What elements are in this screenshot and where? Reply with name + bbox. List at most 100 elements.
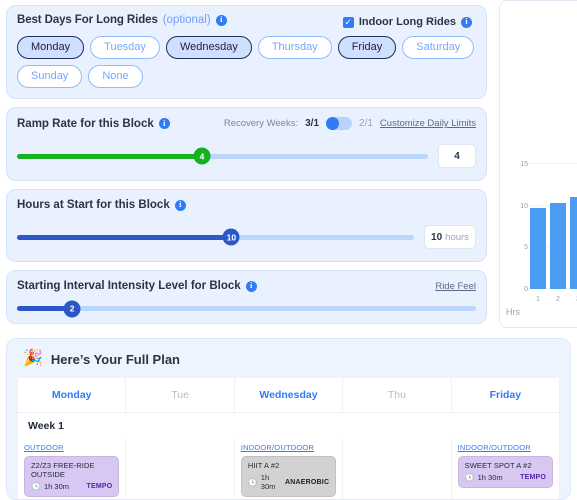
best-days-title: Best Days For Long Rides (17, 14, 158, 26)
app-root: Best Days For Long Rides (optional) i ✓ … (0, 0, 577, 500)
ramp-rate-header: Ramp Rate for this Block i Recovery Week… (17, 117, 476, 131)
indoor-long-rides-toggle[interactable]: ✓ Indoor Long Rides i (342, 16, 472, 28)
workout-duration: 1h 30m (477, 473, 503, 482)
ramp-rate-slider[interactable]: 4 (17, 147, 428, 165)
clock-icon: 🕓 (464, 473, 475, 482)
plan-table: Monday Tue Wednesday Thu Friday Week 1 O… (17, 377, 561, 499)
info-icon[interactable]: i (158, 118, 170, 130)
optional-label: (optional) (162, 14, 211, 26)
day-chip-friday[interactable]: Friday (337, 36, 397, 60)
plan-column-wednesday[interactable]: Wednesday (234, 377, 344, 413)
plan-table-row: OUTDOOR Z2/Z3 FREE-RIDE OUTSIDE 🕓 1h 30m… (17, 438, 560, 499)
workout-name: Z2/Z3 FREE-RIDE OUTSIDE (31, 461, 95, 479)
chart-plot-area: 151050123Hrs (500, 141, 577, 329)
chart-x-axis-label: Hrs (506, 307, 520, 317)
chart-x-tick: 2 (556, 296, 560, 303)
ramp-rate-value-box[interactable]: 4 (438, 144, 476, 169)
workout-footer: 🕓 1h 30m TEMPO (465, 473, 546, 482)
chart-y-tick: 10 (520, 202, 528, 210)
workout-tag: TEMPO (520, 474, 547, 481)
clock-icon: 🕓 (31, 482, 41, 491)
hours-at-start-slider-row: 10 10 hours (17, 225, 476, 250)
workout-category[interactable]: INDOOR/OUTDOOR (241, 443, 336, 452)
full-plan-panel: 🎉 Here’s Your Full Plan Monday Tue Wedne… (6, 338, 571, 500)
ramp-rate-slider-row: 4 4 (17, 144, 476, 169)
week-label: Week 1 (17, 413, 560, 438)
ramp-rate-fill (17, 153, 202, 159)
indoor-checkbox[interactable]: ✓ (342, 16, 354, 28)
hours-at-start-header: Hours at Start for this Block i (17, 199, 476, 211)
interval-intensity-card: Starting Interval Intensity Level for Bl… (6, 270, 487, 325)
workout-category[interactable]: INDOOR/OUTDOOR (458, 443, 553, 452)
plan-cell-wednesday[interactable]: INDOOR/OUTDOOR HIIT A #2 🕓 1h 30m ANAERO… (235, 438, 344, 499)
indoor-label: Indoor Long Rides (358, 16, 456, 28)
ride-feel-link[interactable]: Ride Feel (435, 281, 476, 292)
interval-intensity-title: Starting Interval Intensity Level for Bl… (17, 280, 241, 293)
workout-card[interactable]: SWEET SPOT A #2 🕓 1h 30m TEMPO (457, 456, 554, 488)
info-icon[interactable]: i (461, 16, 472, 28)
workout-name: HIIT A #2 (247, 461, 280, 470)
ride-feel-wrap: Ride Feel (435, 281, 476, 292)
interval-intensity-thumb[interactable]: 2 (63, 300, 81, 318)
workout-category[interactable]: OUTDOOR (24, 443, 119, 452)
interval-intensity-slider[interactable]: 2 (17, 300, 476, 318)
day-chip-none[interactable]: None (88, 65, 143, 89)
plan-column-monday[interactable]: Monday (17, 377, 127, 413)
plan-column-friday[interactable]: Friday (451, 377, 561, 413)
info-icon[interactable]: i (215, 14, 227, 26)
party-popper-icon: 🎉 (23, 350, 43, 367)
recovery-option-3-1[interactable]: 3/1 (305, 118, 319, 129)
day-chip-wednesday[interactable]: Wednesday (165, 36, 252, 60)
plan-column-tue[interactable]: Tue (126, 377, 235, 413)
hours-at-start-thumb[interactable]: 10 (222, 228, 240, 246)
ramp-rate-thumb[interactable]: 4 (193, 147, 211, 165)
workout-tag: ANAEROBIC (285, 478, 330, 486)
plan-cell-tue[interactable] (126, 438, 235, 499)
full-plan-title: Here’s Your Full Plan (50, 351, 180, 367)
workout-footer: 🕓 1h 30m ANAEROBIC (248, 473, 329, 491)
chart-x-tick: 1 (536, 296, 540, 303)
best-days-card: Best Days For Long Rides (optional) i ✓ … (6, 5, 487, 100)
chart-bars (530, 164, 577, 289)
plan-cell-friday[interactable]: INDOOR/OUTDOOR SWEET SPOT A #2 🕓 1h 30m … (452, 438, 559, 499)
workout-card[interactable]: Z2/Z3 FREE-RIDE OUTSIDE 🕓 1h 30m TEMPO (24, 456, 120, 497)
customize-daily-limits-link[interactable]: Customize Daily Limits (380, 118, 476, 129)
interval-intensity-header: Starting Interval Intensity Level for Bl… (17, 280, 476, 292)
workout-name: SWEET SPOT A #2 (464, 461, 532, 470)
plan-column-thu[interactable]: Thu (343, 377, 452, 413)
ramp-rate-card: Ramp Rate for this Block i Recovery Week… (6, 107, 487, 182)
chart-y-tick: 15 (520, 161, 528, 168)
workout-tag: TEMPO (86, 483, 113, 490)
workout-card[interactable]: HIIT A #2 🕓 1h 30m ANAEROBIC (240, 456, 337, 497)
hours-at-start-value-box[interactable]: 10 hours (424, 225, 476, 250)
recovery-weeks-controls: Recovery Weeks: 3/1 2/1 Customize Daily … (224, 117, 476, 131)
plan-cell-monday[interactable]: OUTDOOR Z2/Z3 FREE-RIDE OUTSIDE 🕓 1h 30m… (18, 438, 127, 499)
day-chip-sunday[interactable]: Sunday (17, 65, 83, 89)
workout-duration: 1h 30m (260, 473, 276, 491)
full-plan-header: 🎉 Here’s Your Full Plan (7, 339, 570, 377)
workout-duration: 1h 30m (43, 482, 69, 491)
hours-unit: hours (445, 231, 469, 243)
day-chip-thursday[interactable]: Thursday (257, 36, 332, 60)
plan-cell-thu[interactable] (343, 438, 452, 499)
hours-at-start-card: Hours at Start for this Block i 10 10 ho… (6, 189, 487, 263)
hours-value: 10 (431, 231, 443, 243)
plan-table-header: Monday Tue Wednesday Thu Friday (17, 377, 561, 413)
recovery-weeks-switch[interactable] (326, 117, 353, 131)
interval-intensity-slider-row: 2 (17, 300, 476, 318)
side-panel: key weekly wo plan: one or tv progressiv… (499, 0, 577, 332)
chart-bar[interactable] (570, 197, 577, 289)
day-chip-tuesday[interactable]: Tuesday (90, 36, 160, 60)
switch-knob (326, 117, 340, 131)
chart-bar[interactable] (550, 203, 566, 289)
ramp-rate-title: Ramp Rate for this Block (17, 117, 154, 130)
recovery-option-2-1[interactable]: 2/1 (359, 118, 373, 129)
chart-bar[interactable] (530, 208, 546, 289)
info-icon[interactable]: i (245, 280, 257, 292)
hours-at-start-slider[interactable]: 10 (17, 228, 414, 246)
day-chip-monday[interactable]: Monday (17, 36, 85, 60)
info-icon[interactable]: i (174, 199, 186, 211)
hours-at-start-fill (17, 234, 232, 240)
workout-footer: 🕓 1h 30m TEMPO (31, 482, 112, 491)
day-chip-saturday[interactable]: Saturday (402, 36, 475, 60)
